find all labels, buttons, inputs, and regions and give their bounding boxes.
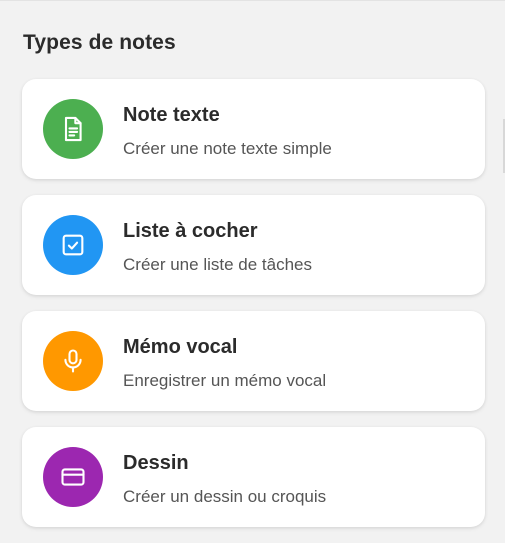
- drawing-card-icon: [61, 468, 85, 486]
- note-type-list: Note texte Créer une note texte simple L…: [22, 79, 485, 543]
- card-title: Note texte: [123, 104, 220, 126]
- top-divider: [0, 0, 505, 1]
- note-text-icon-circle: [43, 99, 103, 159]
- note-type-card-checklist[interactable]: Liste à cocher Créer une liste de tâches: [22, 195, 485, 295]
- voice-memo-icon-circle: [43, 331, 103, 391]
- drawing-icon-circle: [43, 447, 103, 507]
- checklist-icon-circle: [43, 215, 103, 275]
- section-title: Types de notes: [23, 31, 176, 54]
- card-title: Dessin: [123, 452, 189, 474]
- card-subtitle: Créer un dessin ou croquis: [123, 487, 327, 506]
- note-type-card-drawing[interactable]: Dessin Créer un dessin ou croquis: [22, 427, 485, 527]
- checkbox-icon: [62, 234, 84, 256]
- card-subtitle: Créer une liste de tâches: [123, 255, 312, 274]
- note-type-card-voice-memo[interactable]: Mémo vocal Enregistrer un mémo vocal: [22, 311, 485, 411]
- document-icon: [64, 116, 82, 142]
- card-title: Mémo vocal: [123, 336, 238, 358]
- microphone-icon: [64, 349, 82, 373]
- card-subtitle: Enregistrer un mémo vocal: [123, 371, 327, 390]
- card-title: Liste à cocher: [123, 220, 258, 242]
- card-subtitle: Créer une note texte simple: [123, 139, 332, 158]
- note-type-card-text[interactable]: Note texte Créer une note texte simple: [22, 79, 485, 179]
